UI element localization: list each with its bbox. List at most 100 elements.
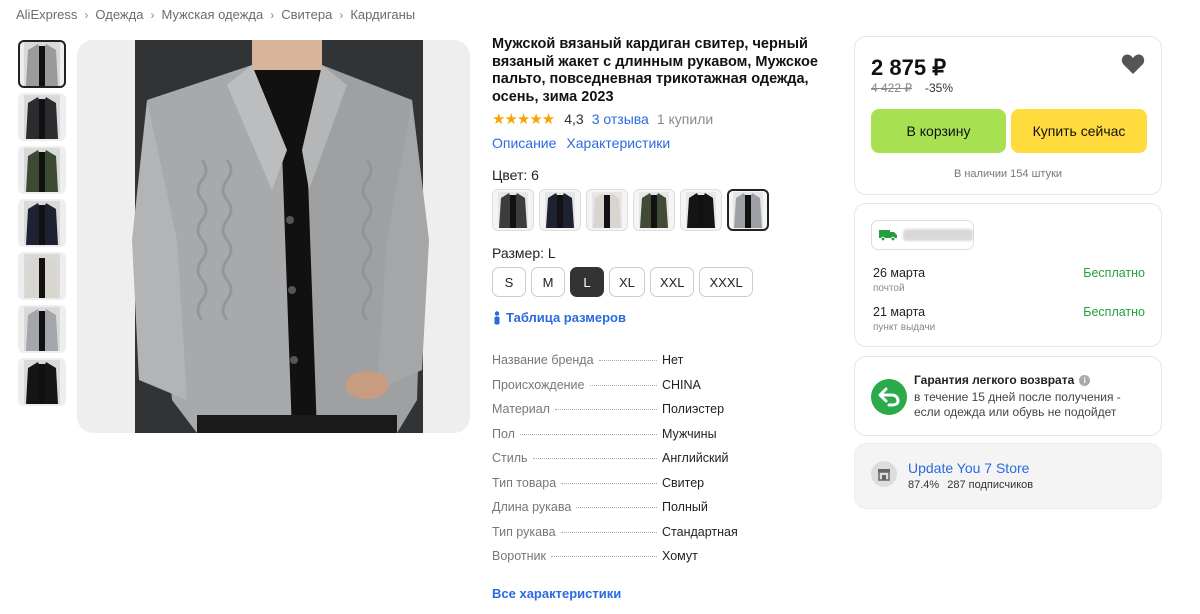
delivery-option: 26 марта почтой Бесплатно	[873, 266, 1145, 294]
cardigan-photo	[132, 40, 429, 433]
stock-status: В наличии 154 штуки	[953, 168, 1063, 180]
thumbnail-image	[24, 148, 60, 192]
info-icon[interactable]: i	[1079, 374, 1091, 386]
store-name-link[interactable]: Update You 7 Store	[908, 460, 1029, 476]
add-to-cart-button[interactable]: В корзину	[871, 109, 1006, 153]
delivery-method: почтой	[873, 283, 905, 294]
product-main-image[interactable]	[77, 40, 470, 433]
swatch-image	[498, 192, 528, 228]
color-label: Цвет: 6	[492, 167, 539, 183]
spec-key: Материал	[492, 402, 550, 416]
store-icon	[871, 461, 897, 487]
thumbnail[interactable]	[18, 358, 66, 406]
spec-row: Стиль Английский	[492, 451, 792, 476]
color-swatch[interactable]	[727, 189, 769, 231]
thumbnail-list	[18, 40, 70, 411]
breadcrumb-item[interactable]: Одежда	[95, 7, 143, 22]
all-specs-link[interactable]: Все характеристики	[492, 586, 822, 601]
store-followers: 287 подписчиков	[947, 479, 1034, 491]
buy-now-button[interactable]: Купить сейчас	[1011, 109, 1147, 153]
thumbnail-image	[24, 42, 60, 86]
spec-value: Мужчины	[662, 426, 717, 441]
swatch-image	[592, 192, 622, 228]
breadcrumb-item[interactable]: Кардиганы	[350, 7, 415, 22]
breadcrumb-item[interactable]: Свитера	[281, 7, 332, 22]
size-option-s[interactable]: S	[492, 267, 526, 297]
color-swatch[interactable]	[492, 189, 534, 231]
size-option-xxl[interactable]: XXL	[649, 267, 695, 297]
breadcrumb: AliExpress › Одежда › Мужская одежда › С…	[16, 7, 415, 22]
spec-key: Стиль	[492, 451, 528, 465]
spec-leader	[519, 433, 657, 435]
spec-row: Тип рукава Стандартная	[492, 525, 792, 550]
swatch-image	[545, 192, 575, 228]
color-swatch[interactable]	[633, 189, 675, 231]
thumbnail-image	[24, 95, 60, 139]
chevron-right-icon: ›	[84, 7, 89, 22]
spec-row: Происхождение CHINA	[492, 378, 792, 403]
spec-key: Тип товара	[492, 475, 557, 490]
size-option-xl[interactable]: XL	[609, 267, 645, 297]
thumbnail[interactable]	[18, 199, 66, 247]
breadcrumb-item[interactable]: AliExpress	[16, 7, 77, 22]
store-rating: 87.4%	[908, 479, 940, 491]
spec-row: Воротник Хомут	[492, 549, 792, 574]
spec-leader	[551, 556, 657, 557]
color-swatch[interactable]	[539, 189, 581, 231]
swatch-image	[733, 192, 763, 228]
spec-value: Полный	[662, 500, 708, 514]
color-swatch[interactable]	[586, 189, 628, 231]
delivery-date: 21 марта	[873, 305, 926, 319]
store-stats: 87.4% 287 подписчиков	[908, 479, 1041, 491]
reviews-link[interactable]: 3 отзыва	[592, 111, 649, 127]
thumbnail-image	[24, 307, 60, 351]
spec-key: Длина рукава	[492, 500, 572, 514]
size-option-l[interactable]: L	[570, 267, 604, 297]
return-title: Гарантия легкого возврата	[914, 373, 1075, 387]
rating-value: 4,3	[564, 111, 584, 127]
tab-specs[interactable]: Характеристики	[566, 135, 670, 151]
return-arrow-icon	[871, 379, 907, 415]
chevron-right-icon: ›	[270, 7, 275, 22]
current-price: 2 875 ₽	[871, 55, 947, 80]
spec-leader	[554, 409, 657, 410]
spec-value: CHINA	[662, 377, 701, 392]
size-table-label: Таблица размеров	[506, 310, 626, 325]
size-table-link[interactable]: Таблица размеров	[492, 310, 822, 325]
chevron-right-icon: ›	[339, 7, 344, 22]
thumbnail[interactable]	[18, 146, 66, 194]
size-option-m[interactable]: M	[531, 267, 565, 297]
price-card: 2 875 ₽ 4 422 ₽ -35% В корзину Купить се…	[854, 36, 1162, 195]
spec-value: Английский	[662, 451, 729, 465]
size-options: S M L XL XXL XXXL	[492, 267, 822, 297]
product-title: Мужской вязаный кардиган свитер, черный …	[492, 36, 818, 105]
person-icon	[494, 310, 500, 324]
delivery-service-badge[interactable]	[871, 220, 974, 250]
delivery-price: Бесплатно	[1083, 305, 1145, 319]
spec-leader	[560, 531, 657, 533]
delivery-method: пункт выдачи	[873, 322, 936, 333]
spec-key: Воротник	[492, 549, 546, 563]
breadcrumb-item[interactable]: Мужская одежда	[161, 7, 263, 22]
spec-key: Тип рукава	[492, 524, 556, 539]
color-options	[492, 189, 822, 231]
size-option-xxxl[interactable]: XXXL	[699, 267, 753, 297]
spec-value: Стандартная	[662, 524, 738, 539]
thumbnail[interactable]	[18, 40, 66, 88]
heart-icon[interactable]	[1121, 53, 1145, 75]
color-swatch[interactable]	[680, 189, 722, 231]
specs-list: Название бренда Нет Происхождение CHINA Мате…	[492, 353, 792, 574]
spec-row: Материал Полиэстер	[492, 402, 792, 427]
spec-value: Нет	[662, 353, 684, 367]
tab-description[interactable]: Описание	[492, 135, 556, 151]
thumbnail[interactable]	[18, 93, 66, 141]
thumbnail[interactable]	[18, 305, 66, 353]
spec-row: Пол Мужчины	[492, 427, 792, 452]
blurred-service-name	[903, 229, 973, 241]
product-tabs: Описание Характеристики	[492, 135, 822, 151]
thumbnail[interactable]	[18, 252, 66, 300]
delivery-price: Бесплатно	[1083, 266, 1145, 280]
store-card[interactable]: Update You 7 Store 87.4% 287 подписчиков	[854, 443, 1162, 509]
spec-row: Тип товара Свитер	[492, 476, 792, 501]
return-title-row: Гарантия легкого возврата i	[914, 373, 1091, 387]
